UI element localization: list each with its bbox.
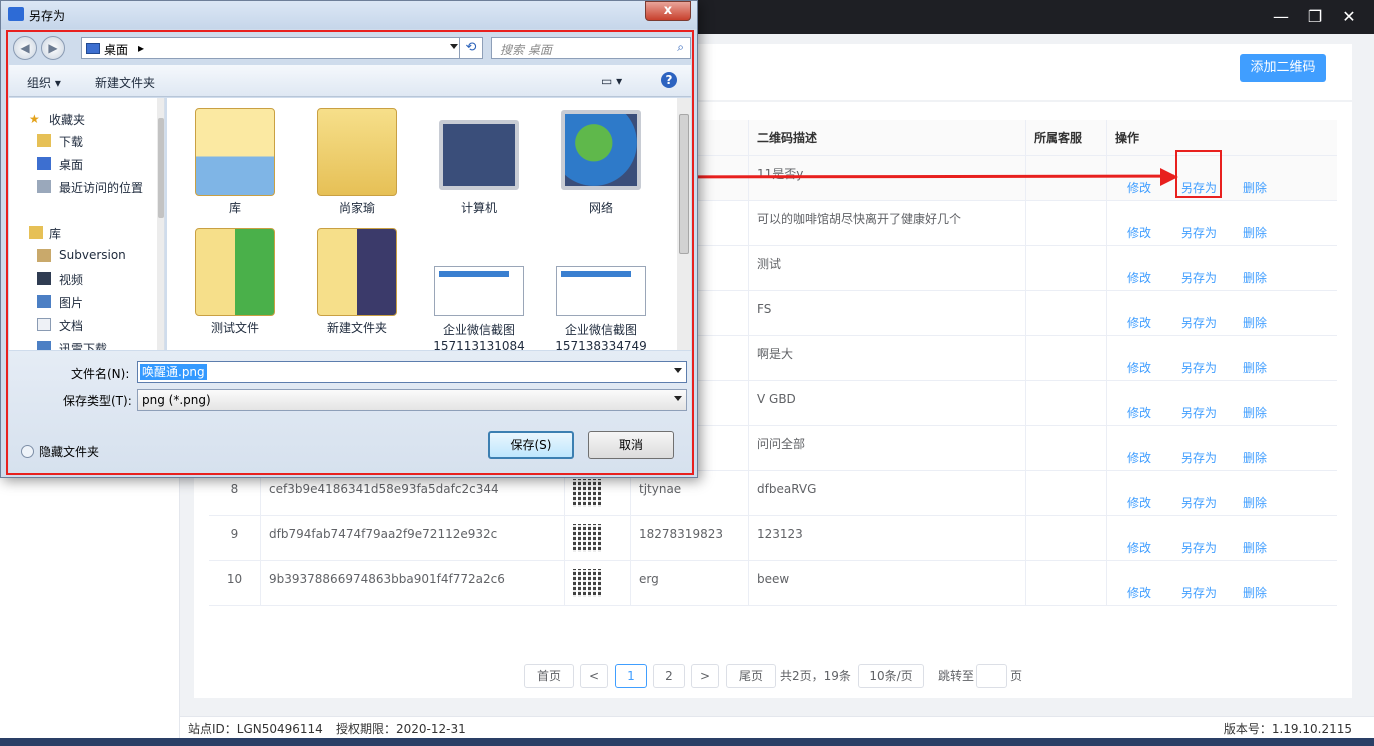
maximize-icon[interactable]: ❐ [1302, 5, 1328, 29]
qr-cell [565, 561, 631, 605]
page-2-button[interactable]: 2 [653, 664, 685, 688]
user-cell: erg [631, 561, 749, 605]
qr-code-image [573, 569, 601, 597]
delete-link[interactable]: 删除 [1243, 575, 1267, 611]
desc-cell: 123123 [749, 516, 1026, 560]
ops-cell: 修改 另存为 删除 [1107, 246, 1337, 290]
user-cell: 18278319823 [631, 516, 749, 560]
ops-cell: 修改 另存为 删除 [1107, 201, 1337, 245]
license-period: 授权期限：2020-12-31 [336, 722, 466, 736]
agent-cell [1026, 471, 1107, 515]
ops-cell: 修改 另存为 删除 [1107, 516, 1337, 560]
ops-cell: 修改 另存为 删除 [1107, 561, 1337, 605]
col-desc: 二维码描述 [749, 120, 1026, 155]
version-label: 版本号：1.19.10.2115 [1223, 722, 1352, 736]
agent-cell [1026, 381, 1107, 425]
next-page-button[interactable]: > [691, 664, 719, 688]
pagination: 首页 < 1 2 > 尾页 共2页，19条 10条/页 跳转至 页 [0, 664, 1374, 688]
last-page-button[interactable]: 尾页 [726, 664, 776, 688]
qr-code-image [573, 524, 601, 552]
page-1-button[interactable]: 1 [615, 664, 647, 688]
desc-cell: 测试 [749, 246, 1026, 290]
ops-cell: 修改 另存为 删除 [1107, 336, 1337, 380]
footer: 站点ID：LGN50496114 授权期限：2020-12-31 版本号：1.1… [180, 716, 1374, 738]
jump-input[interactable] [976, 664, 1007, 688]
page-size-select[interactable]: 10条/页 [858, 664, 924, 688]
desc-cell: FS [749, 291, 1026, 335]
id-cell: 9b39378866974863bba901f4f772a2c6 [261, 561, 565, 605]
col-ops: 操作 [1115, 131, 1140, 145]
agent-cell [1026, 246, 1107, 290]
desc-cell: V GBD [749, 381, 1026, 425]
prev-page-button[interactable]: < [580, 664, 608, 688]
save-as-dialog: 另存为 x ◀ ▶ 桌面 ▸ ⟲ 搜索 桌面 ⌕ 组织 ▾ 新建文件夹 ▭ ▾ … [0, 0, 698, 478]
ops-cell: 修改 另存为 删除 [1107, 471, 1337, 515]
ops-cell: 修改 另存为 删除 [1107, 381, 1337, 425]
id-cell: dfb794fab7474f79aa2f9e72112e932c [261, 516, 565, 560]
qr-code-image [573, 479, 601, 507]
agent-cell [1026, 201, 1107, 245]
agent-cell [1026, 561, 1107, 605]
desc-cell: 啊是大 [749, 336, 1026, 380]
annotation-highlight-box [1175, 150, 1222, 198]
page-summary: 共2页，19条 [780, 669, 851, 683]
ops-cell: 修改 另存为 删除 [1107, 426, 1337, 470]
agent-cell [1026, 291, 1107, 335]
dialog-close-icon[interactable]: x [645, 1, 691, 21]
ops-cell: 修改 另存为 删除 [1107, 291, 1337, 335]
taskbar [0, 738, 1374, 746]
dialog-title: 另存为 [29, 9, 66, 23]
annotation-dialog-frame [6, 30, 694, 475]
agent-cell [1026, 156, 1107, 200]
save-as-link[interactable]: 另存为 [1181, 575, 1217, 611]
agent-cell [1026, 426, 1107, 470]
table-row: 9 dfb794fab7474f79aa2f9e72112e932c 1827831… [209, 516, 1337, 561]
add-qr-button[interactable]: 添加二维码 [1240, 54, 1326, 82]
close-icon[interactable]: ✕ [1336, 5, 1362, 29]
agent-cell [1026, 336, 1107, 380]
site-id: 站点ID：LGN50496114 [188, 722, 323, 736]
ops-cell: 修改 另存为 删除 [1107, 156, 1337, 200]
first-page-button[interactable]: 首页 [524, 664, 574, 688]
dialog-titlebar[interactable]: 另存为 x [1, 1, 697, 29]
page-unit: 页 [1010, 669, 1023, 683]
desc-cell: 可以的咖啡馆胡尽快离开了健康好几个 [749, 201, 1026, 245]
edit-link[interactable]: 修改 [1127, 575, 1151, 611]
index-cell: 10 [209, 561, 261, 605]
desc-cell: dfbeaRVG [749, 471, 1026, 515]
dialog-app-icon [8, 7, 24, 21]
table-row: 10 9b39378866974863bba901f4f772a2c6 erg bee… [209, 561, 1337, 606]
index-cell: 9 [209, 516, 261, 560]
desc-cell: beew [749, 561, 1026, 605]
minimize-icon[interactable]: — [1268, 5, 1294, 29]
col-agent: 所属客服 [1026, 120, 1107, 155]
desc-cell: 问问全部 [749, 426, 1026, 470]
qr-cell [565, 516, 631, 560]
jump-label: 跳转至 [938, 669, 975, 683]
agent-cell [1026, 516, 1107, 560]
